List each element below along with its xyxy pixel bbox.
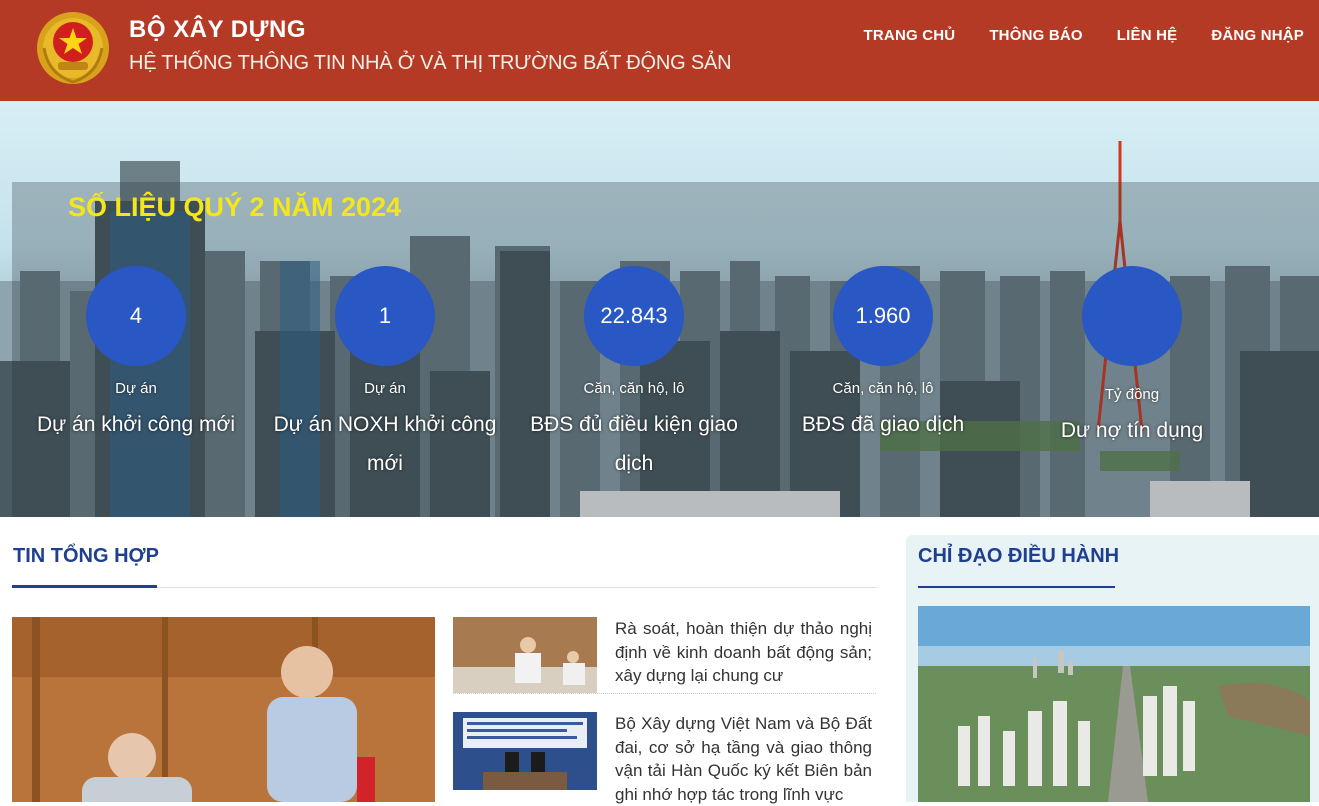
- stat-label: BĐS đủ điều kiện giao dịch: [530, 413, 738, 475]
- featured-news-photo[interactable]: [12, 617, 435, 802]
- section-title-underline: [12, 585, 157, 588]
- stat-unit: Tỷ đồng: [1104, 386, 1160, 403]
- stat-credit-debt[interactable]: Tỷ đồng Dư nợ tín dụng: [1012, 266, 1252, 450]
- main-nav: TRANG CHỦ THÔNG BÁO LIÊN HỆ ĐĂNG NHẬP: [864, 27, 1304, 44]
- stat-value-circle: 4: [86, 266, 186, 366]
- national-emblem-icon[interactable]: [34, 8, 112, 86]
- sidebar-title-underline: [918, 586, 1115, 588]
- site-title: BỘ XÂY DỰNG: [129, 16, 306, 43]
- sidebar-title[interactable]: CHỈ ĐẠO ĐIỀU HÀNH: [918, 545, 1119, 568]
- news-thumbnail[interactable]: [453, 617, 597, 693]
- stat-eligible-properties[interactable]: 22.843 Căn, căn hộ, lô BĐS đủ điều kiện …: [514, 266, 754, 483]
- stat-unit: Dự án: [364, 380, 406, 397]
- nav-home[interactable]: TRANG CHỦ: [864, 27, 956, 44]
- news-section-title[interactable]: TIN TỔNG HỢP: [13, 545, 159, 568]
- news-divider: [453, 693, 876, 694]
- sidebar-city-photo[interactable]: [918, 606, 1310, 802]
- site-header: BỘ XÂY DỰNG HỆ THỐNG THÔNG TIN NHÀ Ở VÀ …: [0, 0, 1319, 101]
- stat-value-circle: 1.960: [833, 266, 933, 366]
- stat-label: Dự án khởi công mới: [36, 413, 235, 436]
- stat-social-housing[interactable]: 1 Dự án Dự án NOXH khởi công mới: [265, 266, 505, 483]
- nav-contact[interactable]: LIÊN HỆ: [1117, 27, 1178, 44]
- stat-label: Dư nợ tín dụng: [1060, 419, 1204, 442]
- stat-value-circle: [1082, 266, 1182, 366]
- stat-label: Dự án NOXH khởi công mới: [273, 413, 497, 475]
- news-thumbnail[interactable]: [453, 712, 597, 790]
- site-subtitle: HỆ THỐNG THÔNG TIN NHÀ Ở VÀ THỊ TRƯỜNG B…: [129, 52, 732, 74]
- stat-unit: Căn, căn hộ, lô: [832, 380, 934, 397]
- news-headline[interactable]: Rà soát, hoàn thiện dự thảo nghị định về…: [615, 617, 872, 688]
- stat-label: BĐS đã giao dịch: [801, 413, 965, 436]
- stat-value-circle: 22.843: [584, 266, 684, 366]
- stats-title: SỐ LIỆU QUÝ 2 NĂM 2024: [68, 192, 402, 222]
- stat-value-circle: 1: [335, 266, 435, 366]
- stat-new-projects[interactable]: 4 Dự án Dự án khởi công mới: [16, 266, 256, 444]
- stat-unit: Căn, căn hộ, lô: [583, 380, 685, 397]
- stat-unit: Dự án: [115, 380, 157, 397]
- news-headline[interactable]: Bộ Xây dựng Việt Nam và Bộ Đất đai, cơ s…: [615, 712, 872, 806]
- nav-login[interactable]: ĐĂNG NHẬP: [1211, 27, 1304, 44]
- stat-traded-properties[interactable]: 1.960 Căn, căn hộ, lô BĐS đã giao dịch: [763, 266, 1003, 444]
- nav-notices[interactable]: THÔNG BÁO: [989, 27, 1082, 44]
